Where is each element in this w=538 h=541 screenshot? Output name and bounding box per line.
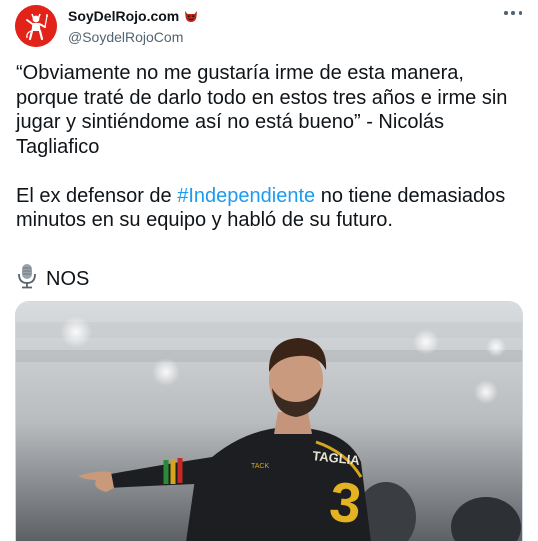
devil-face-emoji-icon — [183, 8, 199, 24]
quote-text: “Obviamente no me gustaría irme de esta … — [16, 62, 508, 158]
svg-text:TACK: TACK — [251, 463, 269, 470]
body-prefix: El ex defensor de — [16, 184, 178, 207]
hashtag-link[interactable]: #Independiente — [177, 185, 315, 207]
tweet-text: “Obviamente no me gustaría irme de esta … — [16, 61, 526, 233]
tweet-card: SoyDelRojo.com @SoydelRojoCom “Obviament… — [0, 0, 538, 541]
microphone-icon — [16, 263, 38, 295]
jersey-number: 3 — [327, 469, 365, 535]
avatar[interactable] — [15, 5, 57, 47]
name-row: SoyDelRojo.com — [68, 8, 199, 24]
source-row: NOS — [16, 263, 89, 295]
body-text: El ex defensor de #Independiente no tien… — [16, 184, 526, 233]
display-name[interactable]: SoyDelRojo.com — [68, 8, 179, 24]
source-label: NOS — [46, 267, 90, 290]
handle[interactable]: @SoydelRojoCom — [68, 29, 199, 45]
devil-logo-icon — [15, 5, 57, 47]
more-options-icon[interactable] — [504, 10, 522, 16]
tweet-media-image[interactable]: TAGLIA 3 TACK — [15, 301, 523, 541]
player-photo: TAGLIA 3 TACK — [16, 302, 522, 541]
tweet-header: SoyDelRojo.com @SoydelRojoCom — [68, 8, 199, 45]
